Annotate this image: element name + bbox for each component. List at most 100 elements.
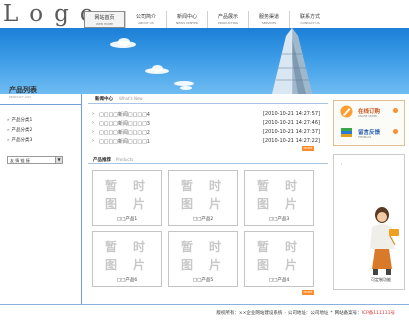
nav-item-label: 网站首页 xyxy=(94,15,115,21)
bullet-icon: › xyxy=(92,120,94,126)
placeholder-char: 图 xyxy=(181,197,194,211)
nav-item-news[interactable]: 新闻中心 NEWS CENTER xyxy=(166,11,207,28)
product-card[interactable]: 暂 时 图 片 □□产品4 xyxy=(244,231,314,287)
sidebar-item-category-1[interactable]: 产品分类1 xyxy=(7,117,32,123)
placeholder-char: 暂 xyxy=(181,240,194,254)
bullet-icon: › xyxy=(92,129,94,135)
arrow-right-icon: › xyxy=(393,129,398,134)
customer-service-illustration xyxy=(370,207,399,275)
nav-item-label: 新闻中心 xyxy=(176,14,197,20)
quick-links-box: 在线订购 ONLINE ORDER › 留言反馈 FEEDBACK › xyxy=(333,100,405,146)
placeholder-image: 暂 时 图 片 xyxy=(103,175,153,215)
product-name[interactable]: □□产品4 xyxy=(245,277,313,283)
nav-item-en: WEB HOME xyxy=(96,22,113,26)
footer-address: 公司地址：公司地址 xyxy=(287,311,329,316)
news-section-title: 新闻中心 xyxy=(95,97,113,102)
news-item-title[interactable]: □□□□新闻□□□□1 xyxy=(99,138,150,145)
footer: 版权所有：××企业网站建设系统 · 公司地址：公司地址 * 网站备案号：ICP备1111… xyxy=(216,311,395,316)
product-name[interactable]: □□产品5 xyxy=(169,277,237,283)
product-card[interactable]: 暂 时 图 片 □□产品2 xyxy=(168,170,238,226)
product-name[interactable]: □□产品2 xyxy=(169,216,237,222)
news-item-date: [2010-10-21 14:27:22] xyxy=(262,138,320,144)
feedback-button[interactable]: 留言反馈 FEEDBACK › xyxy=(338,125,400,144)
friend-links-select[interactable]: 友 情 链 接 ▼ xyxy=(7,156,63,164)
news-item[interactable]: › □□□□新闻□□□□1 [2010-10-21 14:27:22] xyxy=(92,137,324,145)
placeholder-char: 时 xyxy=(133,179,146,193)
online-order-label: 在线订购 xyxy=(358,109,381,115)
news-item-title[interactable]: □□□□新闻□□□□2 xyxy=(99,129,150,136)
placeholder-char: 图 xyxy=(181,258,194,272)
nav-item-home[interactable]: 网站首页 WEB HOME xyxy=(84,11,125,28)
footer-divider xyxy=(0,304,409,305)
news-section-subtitle: What's New xyxy=(119,96,143,101)
news-item-title[interactable]: □□□□新闻□□□□4 xyxy=(99,111,150,118)
nav-item-en: NEWS CENTER xyxy=(175,21,198,25)
placeholder-char: 片 xyxy=(285,197,298,211)
placeholder-image: 暂 时 图 片 xyxy=(179,236,229,276)
footer-icp-label: 网站备案号： xyxy=(334,311,362,316)
placeholder-char: 暂 xyxy=(105,240,118,254)
nav-item-contact[interactable]: 联系方式 CONTACT US xyxy=(289,11,330,28)
footer-icp-number[interactable]: ICP备111111号 xyxy=(362,311,395,316)
placeholder-char: 时 xyxy=(209,179,222,193)
nav-item-label: 服务渠道 xyxy=(258,14,279,20)
placeholder-char: 时 xyxy=(209,240,222,254)
online-order-button[interactable]: 在线订购 ONLINE ORDER › xyxy=(338,104,400,123)
customizable-feature-text[interactable]: 可定制功能 xyxy=(371,277,391,283)
placeholder-char: 片 xyxy=(209,197,222,211)
main-nav: 网站首页 WEB HOME 公司简介 ABOUT US 新闻中心 NEWS CE… xyxy=(84,11,330,28)
product-card[interactable]: 暂 时 图 片 □□产品6 xyxy=(92,231,162,287)
nav-item-label: 产品展示 xyxy=(217,14,238,20)
chevron-down-icon[interactable]: ▼ xyxy=(55,157,62,163)
placeholder-char: 片 xyxy=(209,258,222,272)
news-item-date: [2010-10-21 14:27:37] xyxy=(262,129,320,135)
news-item[interactable]: › □□□□新闻□□□□2 [2010-10-21 14:27:37] xyxy=(92,128,324,136)
news-more-button[interactable]: MORE xyxy=(302,146,314,151)
product-card[interactable]: 暂 时 图 片 □□产品5 xyxy=(168,231,238,287)
nav-item-en: PRODUCTING xyxy=(217,21,239,25)
product-name[interactable]: □□产品1 xyxy=(93,216,161,222)
products-section-title: 产品推荐 xyxy=(93,158,111,163)
nav-item-label: 联系方式 xyxy=(299,14,320,20)
placeholder-char: 暂 xyxy=(105,179,118,193)
product-name[interactable]: □□产品6 xyxy=(93,277,161,283)
nav-item-services[interactable]: 服务渠道 SERVICES xyxy=(248,11,289,28)
placeholder-image: 暂 时 图 片 xyxy=(255,236,305,276)
customer-service-box: ‘ 可定制功能 xyxy=(333,154,405,290)
bullet-icon: › xyxy=(92,111,94,117)
product-card[interactable]: 暂 时 图 片 □□产品1 xyxy=(92,170,162,226)
feedback-label: 留言反馈 xyxy=(358,130,381,136)
header: Logo 网站首页 WEB HOME 公司简介 ABOUT US 新闻中心 NE… xyxy=(0,0,409,28)
news-item-date: [2010-10-21 14:27:46] xyxy=(262,120,320,126)
products-more-button[interactable]: MORE xyxy=(302,290,314,295)
placeholder-char: 图 xyxy=(257,197,270,211)
sidebar-item-category-2[interactable]: 产品分类2 xyxy=(7,127,32,133)
books-icon xyxy=(341,128,352,137)
placeholder-char: 时 xyxy=(133,240,146,254)
sidebar-item-category-3[interactable]: 产品分类3 xyxy=(7,137,32,143)
news-section-header: 新闻中心 What's New xyxy=(88,95,328,104)
news-item[interactable]: › □□□□新闻□□□□3 [2010-10-21 14:27:46] xyxy=(92,119,324,127)
bullet-icon: › xyxy=(92,138,94,144)
products-section-subtitle: Products xyxy=(116,157,134,162)
product-name[interactable]: □□产品3 xyxy=(245,216,313,222)
products-section-header: 产品推荐 Products xyxy=(88,156,328,164)
placeholder-char: 时 xyxy=(285,240,298,254)
product-card[interactable]: 暂 时 图 片 □□产品3 xyxy=(244,170,314,226)
news-item[interactable]: › □□□□新闻□□□□4 [2010-10-21 14:27:57] xyxy=(92,110,324,118)
placeholder-char: 图 xyxy=(257,258,270,272)
placeholder-char: 时 xyxy=(285,179,298,193)
nav-item-products[interactable]: 产品展示 PRODUCTING xyxy=(207,11,248,28)
nav-item-about[interactable]: 公司简介 ABOUT US xyxy=(125,11,166,28)
cloud-shape xyxy=(180,86,192,90)
nav-item-en: CONTACT US xyxy=(300,21,320,25)
nav-item-en: ABOUT US xyxy=(138,21,154,25)
placeholder-char: 片 xyxy=(133,197,146,211)
cloud-shape xyxy=(118,38,130,46)
news-item-title[interactable]: □□□□新闻□□□□3 xyxy=(99,120,150,127)
arrow-right-icon: › xyxy=(393,108,398,113)
news-item-date: [2010-10-21 14:27:57] xyxy=(262,111,320,117)
placeholder-char: 暂 xyxy=(257,179,270,193)
placeholder-char: 片 xyxy=(133,258,146,272)
placeholder-char: 图 xyxy=(105,197,118,211)
